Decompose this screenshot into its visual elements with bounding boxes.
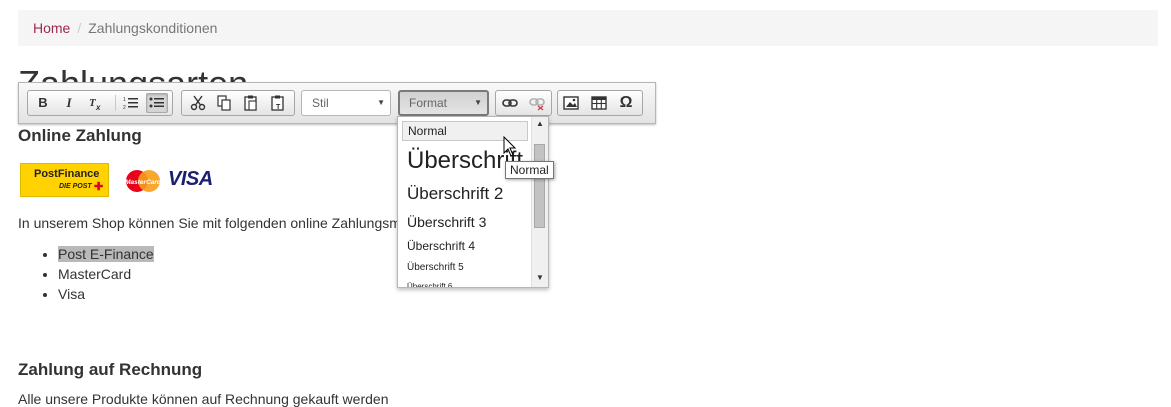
- remove-format-button[interactable]: T x: [84, 93, 106, 113]
- editor-toolbar: B I T x 1 2 T Stil ▼ Format ▼ Ω: [18, 82, 656, 124]
- basic-styles-group: B I T x 1 2: [27, 90, 173, 116]
- online-payment-text: In unserem Shop können Sie mit folgenden…: [18, 215, 401, 231]
- paste-text-icon: T: [271, 95, 284, 111]
- image-button[interactable]: [560, 93, 582, 113]
- bulleted-list-button[interactable]: [146, 93, 168, 113]
- visa-logo: VISA: [168, 168, 213, 190]
- style-combo[interactable]: Stil ▼: [301, 90, 391, 116]
- table-icon: [591, 96, 607, 110]
- chevron-down-icon: ▼: [377, 98, 385, 107]
- format-option-heading-4[interactable]: Überschrift 4: [402, 236, 528, 256]
- list-item: MasterCard: [58, 264, 154, 284]
- format-option-heading-3[interactable]: Überschrift 3: [402, 211, 528, 233]
- bold-button[interactable]: B: [32, 93, 54, 113]
- breadcrumb-separator: /: [77, 20, 82, 36]
- chevron-down-icon: ▼: [474, 98, 482, 107]
- table-button[interactable]: [588, 93, 610, 113]
- online-payment-heading: Online Zahlung: [18, 126, 142, 145]
- bulleted-list-icon: [149, 97, 164, 108]
- dropdown-scrollbar[interactable]: ▲ ▼: [531, 117, 548, 287]
- format-option-heading-5[interactable]: Überschrift 5: [402, 259, 528, 277]
- mouse-cursor-icon: [503, 136, 517, 157]
- payment-methods-list: Post E-Finance MasterCard Visa: [18, 244, 154, 304]
- style-combo-label: Stil: [312, 96, 329, 110]
- unlink-icon: [529, 98, 545, 111]
- links-group: [495, 90, 552, 116]
- invoice-text: Alle unsere Produkte können auf Rechnung…: [18, 391, 389, 407]
- svg-text:1: 1: [123, 97, 126, 103]
- svg-text:T: T: [276, 104, 281, 111]
- numbered-list-icon: 1 2: [123, 97, 138, 111]
- list-item: Post E-Finance: [58, 244, 154, 264]
- paste-icon: [244, 95, 257, 111]
- format-option-heading-2[interactable]: Überschrift 2: [402, 180, 528, 208]
- scrollbar-thumb[interactable]: [534, 144, 545, 228]
- insert-group: Ω: [557, 90, 643, 116]
- format-option-heading-6[interactable]: Überschrift 6: [402, 279, 528, 287]
- tooltip: Normal: [505, 161, 554, 179]
- scroll-up-icon[interactable]: ▲: [532, 119, 548, 128]
- list-item: Visa: [58, 284, 154, 304]
- link-icon: [502, 99, 518, 107]
- invoice-heading: Zahlung auf Rechnung: [18, 360, 203, 379]
- postfinance-logo: PostFinance DIE POST ✚: [20, 163, 109, 197]
- scroll-down-icon[interactable]: ▼: [532, 273, 548, 282]
- paste-text-button[interactable]: T: [267, 93, 289, 113]
- format-combo-label: Format: [409, 96, 448, 110]
- numbered-list-button[interactable]: 1 2: [120, 93, 142, 113]
- italic-button[interactable]: I: [58, 93, 80, 113]
- unlink-button[interactable]: [526, 93, 548, 113]
- format-combo[interactable]: Format ▼: [398, 90, 489, 116]
- copy-icon: [217, 95, 231, 111]
- remove-format-icon: T x: [89, 97, 101, 112]
- svg-text:x: x: [95, 103, 101, 111]
- cut-button[interactable]: [187, 93, 209, 113]
- format-dropdown: Normal Überschrift Überschrift 2 Übersch…: [397, 116, 549, 288]
- copy-button[interactable]: [213, 93, 235, 113]
- breadcrumb-home-link[interactable]: Home: [33, 20, 70, 36]
- svg-text:MasterCard: MasterCard: [125, 179, 162, 186]
- clipboard-group: T: [181, 90, 295, 116]
- mastercard-logo: MasterCard: [125, 170, 162, 192]
- image-icon: [563, 96, 579, 110]
- paste-button[interactable]: [240, 93, 262, 113]
- breadcrumb-current: Zahlungskonditionen: [88, 20, 218, 36]
- svg-text:2: 2: [123, 105, 126, 111]
- special-character-button[interactable]: Ω: [615, 93, 637, 113]
- cut-icon: [190, 95, 206, 111]
- link-button[interactable]: [499, 93, 521, 113]
- breadcrumb: Home / Zahlungskonditionen: [18, 10, 1158, 46]
